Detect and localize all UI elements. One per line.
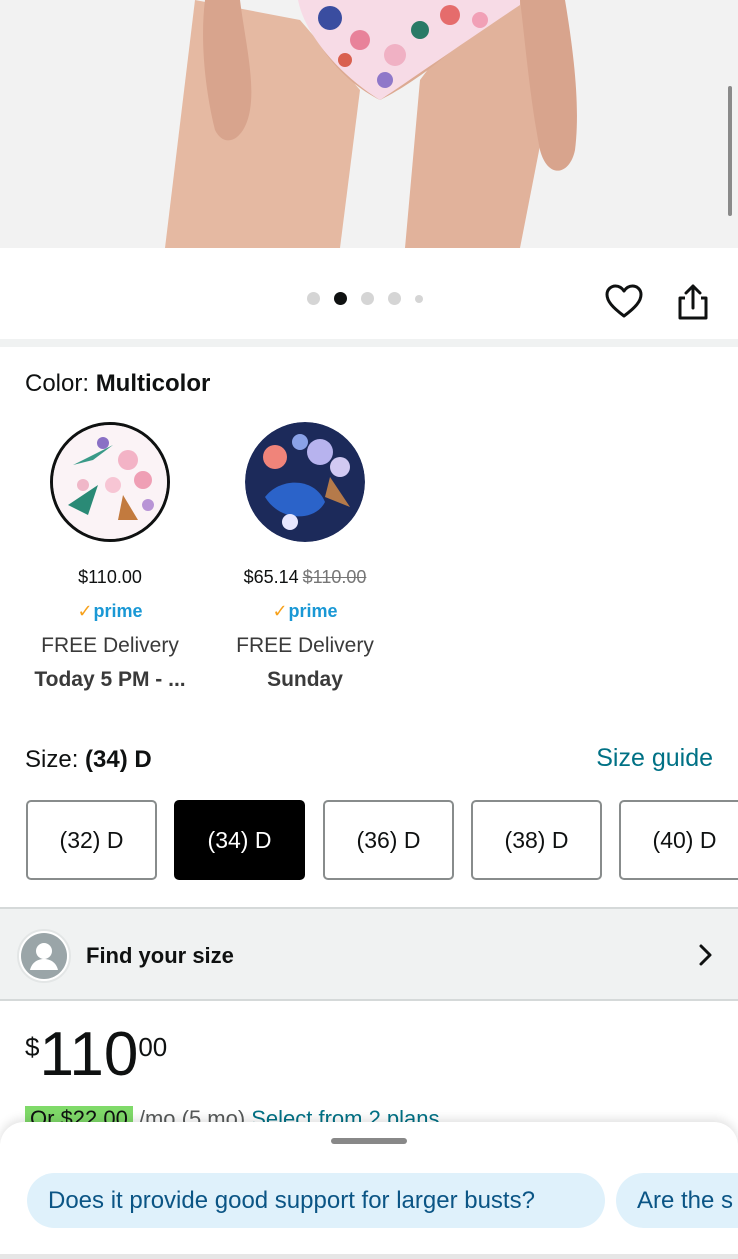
delivery-text: FREE Delivery — [236, 634, 374, 657]
section-divider — [0, 339, 738, 347]
price-symbol: $ — [25, 1032, 40, 1062]
prime-check-icon: ✓ — [77, 601, 93, 621]
product-photo-illustration — [165, 0, 577, 248]
heart-icon — [605, 284, 643, 318]
color-swatch-blue-floral[interactable] — [245, 422, 365, 542]
question-chip[interactable]: Does it provide good support for larger … — [27, 1173, 605, 1228]
sheet-drag-handle[interactable] — [331, 1138, 407, 1144]
carousel-dot[interactable] — [388, 292, 401, 305]
size-value: (34) D — [85, 746, 152, 773]
color-label: Color: Multicolor — [25, 370, 211, 397]
swatch-pattern-dark — [245, 422, 365, 542]
color-swatch-white-floral[interactable] — [50, 422, 170, 542]
product-page: Color: Multicolor $110.00 $65.14 $110.00… — [0, 0, 738, 1259]
size-label: Size: (34) D — [25, 746, 152, 773]
avatar — [17, 929, 71, 983]
delivery-date: Today 5 PM - ... — [34, 668, 186, 691]
delivery-date: Sunday — [267, 668, 343, 691]
scrollbar[interactable] — [728, 86, 732, 216]
price-whole: 110 — [39, 1020, 139, 1089]
find-your-size-row[interactable]: Find your size — [0, 907, 738, 1001]
user-avatar-icon — [21, 933, 67, 979]
color-option-price: $65.14 $110.00 — [243, 567, 367, 587]
prime-check-icon: ✓ — [272, 601, 288, 621]
delivery-text: FREE Delivery — [41, 634, 179, 657]
size-guide-link[interactable]: Size guide — [596, 744, 713, 773]
size-option-32d[interactable]: (32) D — [26, 800, 157, 880]
questions-sheet: Does it provide good support for larger … — [0, 1122, 738, 1259]
bottom-edge — [0, 1254, 738, 1259]
carousel-dots — [307, 292, 423, 305]
share-button[interactable] — [673, 282, 713, 322]
product-price: $ 110 00 — [25, 1022, 167, 1088]
size-option-36d[interactable]: (36) D — [323, 800, 454, 880]
wishlist-button[interactable] — [604, 282, 644, 322]
size-option-38d[interactable]: (38) D — [471, 800, 602, 880]
size-option-40d[interactable]: (40) D — [619, 800, 738, 880]
color-option-price: $110.00 — [78, 567, 142, 587]
list-price: $110.00 — [302, 567, 367, 587]
swatch-pattern-light — [53, 425, 167, 539]
chevron-right-icon — [699, 944, 712, 966]
carousel-dot[interactable] — [415, 294, 423, 303]
carousel-dot-active[interactable] — [334, 292, 347, 305]
size-option-34d[interactable]: (34) D — [174, 800, 305, 880]
prime-badge: ✓prime — [272, 601, 338, 621]
prime-badge: ✓prime — [77, 601, 143, 621]
product-image[interactable] — [0, 0, 738, 248]
carousel-dot[interactable] — [361, 292, 374, 305]
find-your-size-label: Find your size — [86, 943, 234, 968]
carousel-dot[interactable] — [307, 292, 320, 305]
color-value: Multicolor — [95, 370, 211, 397]
question-chip[interactable]: Are the s — [616, 1173, 738, 1228]
price-fraction: 00 — [138, 1032, 168, 1062]
share-icon — [678, 284, 708, 320]
